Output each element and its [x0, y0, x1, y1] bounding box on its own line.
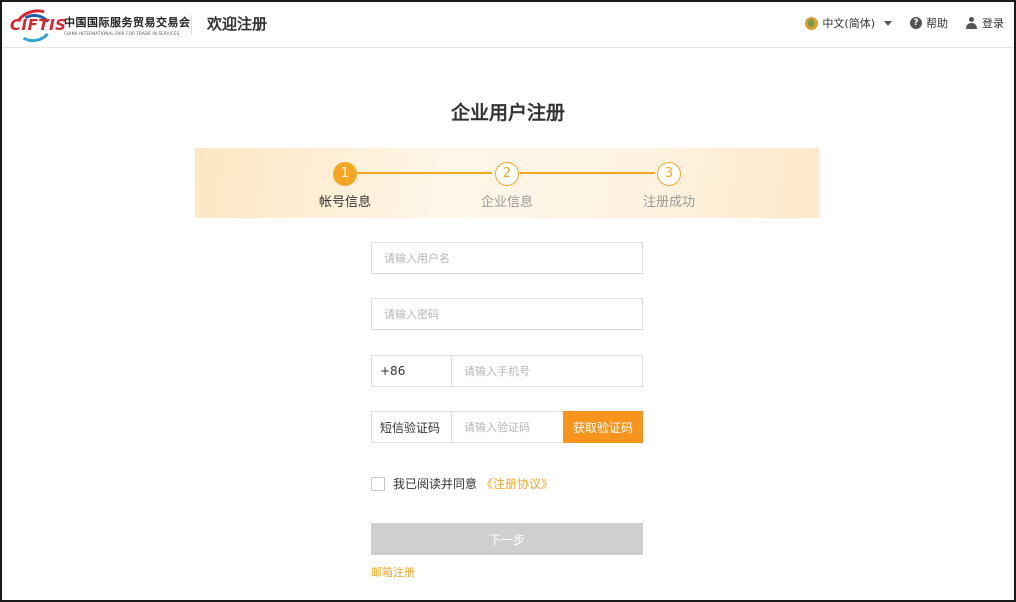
header: CIFTIS 中国国际服务贸易交易会 CHINA INTERNATIONAL F… — [2, 2, 1014, 48]
logo-en: CHINA INTERNATIONAL FAIR FOR TRADE IN SE… — [64, 31, 180, 36]
step-progress: 1 帐号信息 2 企业信息 3 注册成功 — [195, 148, 819, 218]
help-link[interactable]: ? 帮助 — [910, 15, 948, 31]
agreement-link[interactable]: 《注册协议》 — [481, 475, 553, 492]
page-heading: 欢迎注册 — [207, 15, 268, 33]
step-3: 3 注册成功 — [619, 162, 719, 210]
logo-name: 中国国际服务贸易交易会 CHINA INTERNATIONAL FAIR FOR… — [64, 14, 191, 36]
step-2: 2 企业信息 — [457, 162, 557, 210]
globe-icon — [805, 16, 819, 30]
language-selector[interactable]: 中文(简体) — [805, 15, 892, 31]
language-label: 中文(简体) — [822, 17, 875, 30]
password-input[interactable] — [372, 299, 642, 329]
help-label: 帮助 — [926, 17, 948, 30]
help-icon: ? — [910, 17, 922, 29]
sms-code-input[interactable] — [452, 412, 563, 442]
next-step-button[interactable]: 下一步 — [371, 523, 643, 555]
header-divider — [191, 15, 192, 35]
step-1-number: 1 — [333, 162, 357, 186]
ciftis-logo[interactable]: CIFTIS 中国国际服务贸易交易会 CHINA INTERNATIONAL F… — [10, 4, 191, 47]
phone-input[interactable] — [452, 356, 642, 386]
sms-code-label: 短信验证码 — [372, 412, 452, 442]
username-input[interactable] — [372, 243, 642, 273]
page-title: 企业用户注册 — [450, 102, 565, 124]
logo-cn: 中国国际服务贸易交易会 — [64, 16, 191, 29]
step-2-number: 2 — [495, 162, 519, 186]
sms-code-field: 短信验证码 获取验证码 — [371, 411, 643, 443]
username-field — [371, 242, 643, 274]
password-field — [371, 298, 643, 330]
country-code-selector[interactable]: +86 — [372, 356, 452, 386]
login-link[interactable]: 登录 — [966, 15, 1004, 31]
browser-frame: CIFTIS 中国国际服务贸易交易会 CHINA INTERNATIONAL F… — [0, 0, 1016, 602]
email-register-link[interactable]: 邮箱注册 — [371, 564, 415, 580]
chevron-down-icon — [884, 20, 892, 26]
phone-field: +86 — [371, 355, 643, 387]
step-3-label: 注册成功 — [642, 195, 695, 210]
get-sms-code-button[interactable]: 获取验证码 — [563, 411, 643, 443]
step-2-label: 企业信息 — [480, 195, 533, 210]
user-icon — [966, 17, 977, 29]
agreement-row: 我已阅读并同意 《注册协议》 — [371, 475, 553, 492]
ciftis-logo-icon: CIFTIS — [10, 4, 66, 47]
step-3-number: 3 — [657, 162, 681, 186]
step-1: 1 帐号信息 — [295, 162, 395, 210]
logo-text: CIFTIS — [10, 16, 67, 34]
agreement-checkbox[interactable] — [371, 476, 385, 491]
step-1-label: 帐号信息 — [318, 195, 371, 210]
login-label: 登录 — [982, 17, 1004, 30]
agreement-text: 我已阅读并同意 — [393, 477, 478, 491]
header-actions: 中文(简体) ? 帮助 登录 — [787, 15, 1004, 31]
